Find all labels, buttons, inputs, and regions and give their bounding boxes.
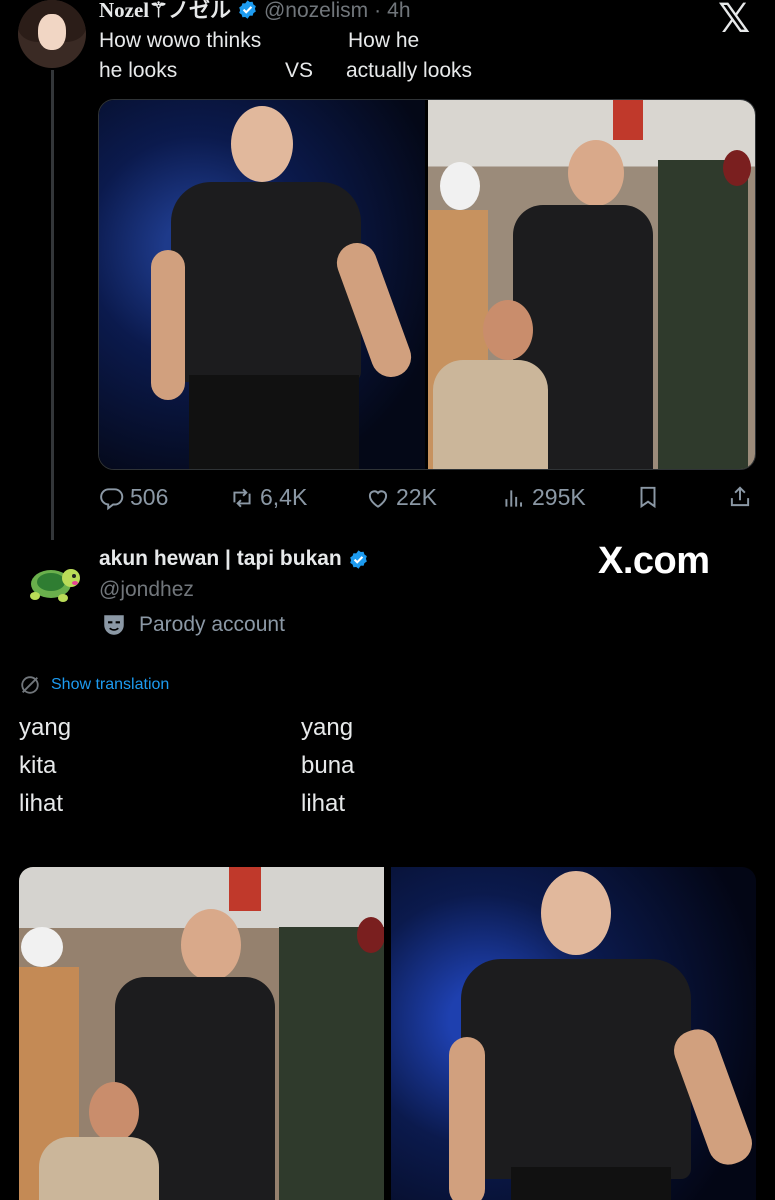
tweet1-text-vs: VS xyxy=(285,59,314,82)
avatar-nozel[interactable] xyxy=(18,0,86,68)
text-line: buna xyxy=(301,752,355,779)
reply-button[interactable]: 506 xyxy=(99,484,168,511)
tweet1-text-left-line1: How wowo thinks xyxy=(99,29,262,52)
tweet1-time[interactable]: 4h xyxy=(387,0,410,23)
tweet1-text-right-line2: actually looks xyxy=(346,59,473,82)
repost-button[interactable]: 6,4K xyxy=(229,484,307,511)
repost-icon xyxy=(233,488,251,507)
bookmark-icon xyxy=(640,486,656,509)
like-button[interactable]: 22K xyxy=(365,484,437,511)
repost-count: 6,4K xyxy=(260,484,308,510)
text-line: lihat xyxy=(301,790,346,817)
reply-icon xyxy=(100,487,124,510)
media-image-performer[interactable] xyxy=(99,100,425,469)
tweet1-text-left-line2: he looks xyxy=(99,59,178,82)
tweet1-text-right-line1: How he xyxy=(348,29,420,52)
tweet1-handle[interactable]: @nozelism xyxy=(264,0,368,23)
tweet1-action-bar: 506 6,4K 22K 295K xyxy=(99,484,759,516)
x-logo-icon[interactable]: 𝕏 xyxy=(718,0,750,42)
text-line: yang xyxy=(301,714,354,741)
verified-badge-icon xyxy=(237,0,258,20)
tweet2-display-name[interactable]: akun hewan | tapi bukan xyxy=(99,547,342,571)
tweet2-header: akun hewan | tapi bukan xyxy=(99,547,369,571)
media-image-crowd[interactable] xyxy=(19,867,384,1200)
reply-count: 506 xyxy=(130,484,169,510)
tweet1-text-left: How wowo thinks he looks xyxy=(99,26,261,86)
translate-icon xyxy=(21,676,39,694)
text-line: yang xyxy=(19,714,72,741)
tweet2-col-left: yang kita lihat xyxy=(19,709,71,823)
text-line: lihat xyxy=(19,790,64,817)
xcom-watermark: X.com xyxy=(598,540,710,582)
turtle-avatar-icon[interactable] xyxy=(23,560,83,610)
views-count: 295K xyxy=(532,484,586,510)
show-translation-button[interactable]: Show translation xyxy=(19,674,169,696)
like-count: 22K xyxy=(396,484,437,510)
text-line: kita xyxy=(19,752,57,779)
tweet2-col-right: yang buna lihat xyxy=(301,709,354,823)
verified-badge-icon xyxy=(348,549,369,570)
bookmark-button[interactable] xyxy=(635,484,661,510)
media-image-crowd[interactable] xyxy=(428,100,755,469)
tweet1-header: Nozel⚚ノゼル @nozelism · 4h xyxy=(99,0,411,24)
show-translation-label[interactable]: Show translation xyxy=(51,676,169,694)
tweet1-display-name[interactable]: Nozel⚚ノゼル xyxy=(99,0,231,24)
share-button[interactable] xyxy=(727,484,753,510)
separator-dot: · xyxy=(374,0,382,22)
tweet2-handle[interactable]: @jondhez xyxy=(99,578,194,602)
like-icon xyxy=(368,489,388,508)
views-icon xyxy=(505,489,523,507)
parody-label-text: Parody account xyxy=(139,613,285,636)
views-button[interactable]: 295K xyxy=(501,484,586,511)
parody-mask-icon xyxy=(104,615,124,635)
media-image-performer[interactable] xyxy=(391,867,756,1200)
parody-label: Parody account xyxy=(101,612,285,638)
share-icon xyxy=(730,486,750,507)
tweet1-media[interactable] xyxy=(98,99,756,470)
thread-connector-line xyxy=(51,70,54,540)
